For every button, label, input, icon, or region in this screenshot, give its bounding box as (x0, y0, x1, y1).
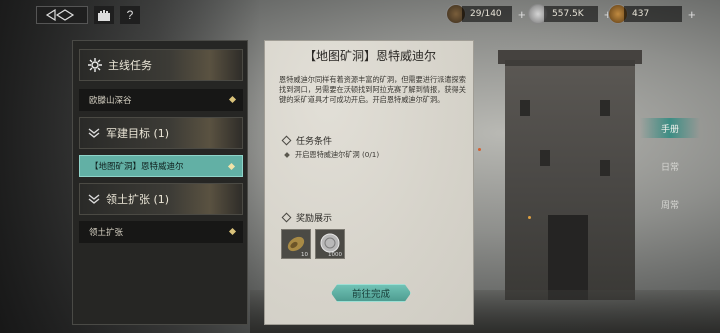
go-complete-button[interactable]: 前往完成 (331, 284, 411, 302)
conditions-heading: 任务条件 (281, 134, 333, 147)
top-bar: ? 29/140 + 557.5K + 437 + (0, 0, 720, 30)
diamond-icon (281, 212, 292, 223)
quest-list-item[interactable]: 领土扩张 (79, 221, 243, 243)
resource-bronze: 437 + (608, 4, 696, 24)
quest-list-item-selected[interactable]: 【地图矿洞】恩特威迪尔 (79, 155, 243, 177)
conditions-title: 任务条件 (296, 137, 333, 147)
reward-slot[interactable]: 1000 (315, 229, 345, 259)
add-resource-button[interactable]: + (518, 7, 526, 22)
quest-description: 恩特威迪尔同样有着资源丰富的矿洞，但需要进行派遣探索找到洞口，另需要在沃顿找到阿… (279, 75, 466, 104)
condition-item: 开启恩特威迪尔矿洞 (0/1) (284, 150, 380, 160)
tower-window (540, 150, 550, 166)
quest-item-label: 欧滕山深谷 (89, 96, 132, 106)
category-title: 主线任务 (108, 59, 152, 72)
ember (478, 148, 481, 151)
quest-title: 【地图矿洞】恩特威迪尔 (303, 49, 436, 63)
quest-marker-icon (227, 162, 236, 171)
tab-weekly[interactable]: 周常 (640, 194, 700, 214)
tower-window (520, 100, 530, 116)
watchtower (505, 60, 635, 300)
ember (528, 216, 531, 219)
category-military-goals[interactable]: 军建目标 (1) (79, 117, 243, 149)
rewards-title: 奖励展示 (296, 214, 333, 224)
category-title: 军建目标 (1) (106, 127, 170, 140)
tower-window (600, 160, 610, 176)
chevron-down-icon (88, 194, 100, 204)
tower-battlement (498, 50, 642, 64)
tower-window (600, 100, 610, 116)
tower-door (548, 215, 588, 300)
gear-emblem-icon (88, 58, 102, 72)
quest-category-panel: 主线任务 欧滕山深谷 军建目标 (1) 【地图矿洞】恩特威迪尔 领土扩张 (1)… (72, 40, 248, 325)
quest-list-item[interactable]: 欧滕山深谷 (79, 89, 243, 111)
back-button[interactable] (36, 6, 88, 24)
castle-button[interactable] (94, 6, 114, 24)
reward-slot[interactable]: 10 (281, 229, 311, 259)
resource-value: 557.5K (544, 6, 598, 22)
rewards-heading: 奖励展示 (281, 211, 333, 224)
diamond-icon (281, 135, 292, 146)
resource-value: 29/140 (462, 6, 512, 22)
tab-daily[interactable]: 日常 (640, 156, 700, 176)
resource-value: 437 (624, 6, 682, 22)
bullet-icon (284, 152, 290, 158)
resource-silver: 557.5K + (528, 4, 612, 24)
tab-handbook[interactable]: 手册 (640, 118, 700, 138)
category-main-quest[interactable]: 主线任务 (79, 49, 243, 81)
quest-item-label: 【地图矿洞】恩特威迪尔 (90, 162, 184, 172)
quest-marker-icon (228, 227, 237, 236)
category-territory-expansion[interactable]: 领土扩张 (1) (79, 183, 243, 215)
help-button[interactable]: ? (120, 6, 140, 24)
quest-item-label: 领土扩张 (89, 228, 124, 238)
category-title: 领土扩张 (1) (106, 193, 170, 206)
reward-quantity: 10 (301, 252, 308, 258)
castle-icon (98, 10, 110, 21)
quest-detail-panel: 【地图矿洞】恩特威迪尔 恩特威迪尔同样有着资源丰富的矿洞，但需要进行派遣探索找到… (264, 40, 474, 325)
resource-bullets: 29/140 + (446, 4, 526, 24)
add-resource-button[interactable]: + (688, 7, 696, 22)
condition-text: 开启恩特威迪尔矿洞 (0/1) (295, 150, 380, 159)
reward-quantity: 1000 (328, 252, 342, 258)
back-arrow-icon (45, 9, 75, 21)
chevron-down-icon (88, 128, 100, 138)
quest-marker-icon (228, 95, 237, 104)
